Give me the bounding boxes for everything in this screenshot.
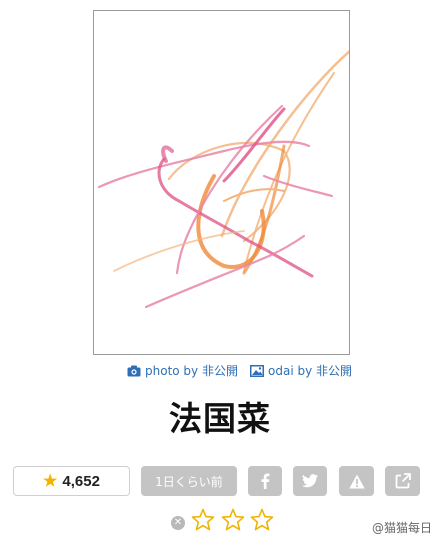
report-button[interactable] <box>339 466 374 496</box>
post-image[interactable] <box>93 10 350 355</box>
odai-credit-text: odai by 非公開 <box>268 364 352 378</box>
external-share-button[interactable] <box>385 466 420 496</box>
external-link-icon <box>395 473 411 489</box>
rating-star-3[interactable] <box>250 508 274 532</box>
post-title: 法国菜 <box>169 399 271 438</box>
photo-credit-text: photo by 非公開 <box>145 364 238 378</box>
image-credits: photo by 非公開 odai by 非公開 <box>127 362 367 380</box>
time-button[interactable]: 1日くらい前 <box>141 466 237 496</box>
watermark: @猫猫每日 <box>371 521 432 535</box>
photo-credit-link[interactable]: photo by 非公開 <box>127 362 238 379</box>
twitter-icon <box>302 474 318 488</box>
image-icon <box>250 364 264 377</box>
odai-credit-link[interactable]: odai by 非公開 <box>250 362 352 379</box>
facebook-icon <box>261 473 270 489</box>
twitter-share-button[interactable] <box>293 466 327 496</box>
rating-star-2[interactable] <box>221 508 245 532</box>
rating-row: ✕ <box>168 508 288 534</box>
score-value: 4,652 <box>62 472 100 490</box>
score-button[interactable]: ★ 4,652 <box>13 466 130 496</box>
warning-icon <box>348 474 365 488</box>
star-icon: ★ <box>43 473 58 490</box>
action-bar: ★ 4,652 1日くらい前 <box>0 466 440 498</box>
calligraphy-image <box>97 50 349 309</box>
rating-star-1[interactable] <box>191 508 215 532</box>
camera-icon <box>127 365 141 376</box>
time-label: 1日くらい前 <box>155 474 223 489</box>
clear-icon[interactable]: ✕ <box>171 516 185 530</box>
facebook-share-button[interactable] <box>248 466 282 496</box>
